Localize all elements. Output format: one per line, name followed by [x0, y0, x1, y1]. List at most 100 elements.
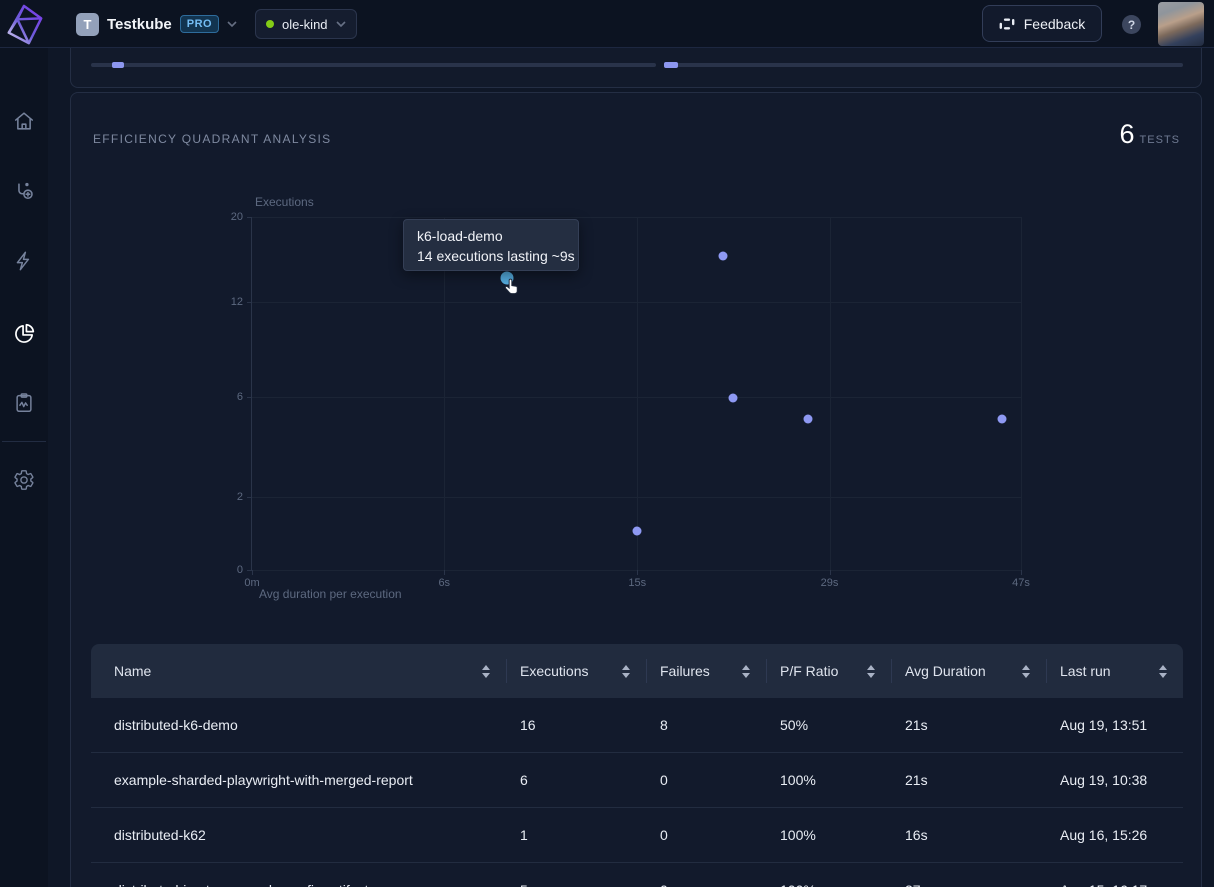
sort-icon[interactable]: [622, 665, 632, 678]
sidebar-item-workflows[interactable]: [0, 167, 48, 215]
y-tick-mark: [247, 217, 252, 218]
app-root: T Testkube PRO ole-kind Feedback ?: [0, 0, 1214, 887]
table-cell: 16: [506, 717, 646, 733]
table-cell: 27s: [891, 882, 1046, 887]
sidebar-item-executions[interactable]: [0, 237, 48, 285]
sidebar-divider: [2, 441, 46, 442]
x-tick-label: 0m: [244, 577, 259, 589]
column-header-last-run[interactable]: Last run: [1046, 644, 1183, 698]
table-row[interactable]: distributed-jmeter-example-config-artifa…: [91, 863, 1183, 887]
lightning-icon: [13, 250, 35, 272]
column-header-label: Failures: [660, 663, 710, 679]
x-tick-mark: [830, 570, 831, 575]
scatter-point[interactable]: [803, 415, 812, 424]
environment-select[interactable]: ole-kind: [255, 9, 357, 39]
previous-card-fragment: [70, 48, 1202, 88]
gear-icon: [13, 469, 35, 491]
y-tick-label: 12: [231, 296, 243, 308]
sidebar-item-settings[interactable]: [0, 456, 48, 504]
workflow-add-icon: [13, 180, 35, 202]
table-cell: Aug 15, 16:17: [1046, 882, 1183, 887]
user-avatar[interactable]: [1158, 2, 1204, 46]
column-header-failures[interactable]: Failures: [646, 644, 766, 698]
cell-test-name: example-sharded-playwright-with-merged-r…: [91, 772, 506, 788]
table-cell: 0: [646, 882, 766, 887]
sort-up-arrow: [622, 665, 630, 670]
table-cell: 6: [506, 772, 646, 788]
sort-up-arrow: [742, 665, 750, 670]
scatter-point[interactable]: [728, 394, 737, 403]
chevron-down-icon: [336, 21, 346, 28]
home-icon: [13, 110, 35, 132]
chevron-down-icon: [227, 21, 237, 28]
fragment-bar-segment: [112, 62, 124, 68]
sort-down-arrow: [1159, 673, 1167, 678]
table-row[interactable]: example-sharded-playwright-with-merged-r…: [91, 753, 1183, 808]
tests-table: NameExecutions Failures P/F Ratio Avg Durat…: [91, 644, 1183, 887]
table-cell: 21s: [891, 772, 1046, 788]
gridline-vertical: [637, 217, 638, 570]
table-cell: 50%: [766, 717, 891, 733]
help-label: ?: [1128, 18, 1135, 32]
y-tick-label: 20: [231, 211, 243, 223]
org-switcher[interactable]: T Testkube PRO: [76, 0, 237, 48]
sort-down-arrow: [742, 673, 750, 678]
column-header-label: P/F Ratio: [780, 663, 838, 679]
column-divider: [1046, 659, 1047, 683]
column-header-label: Last run: [1060, 663, 1111, 679]
column-divider: [766, 659, 767, 683]
column-header-p-f-ratio[interactable]: P/F Ratio: [766, 644, 891, 698]
help-button[interactable]: ?: [1122, 15, 1141, 34]
table-row[interactable]: distributed-k6210100%16sAug 16, 15:26: [91, 808, 1183, 863]
sort-icon[interactable]: [482, 665, 492, 678]
scatter-point[interactable]: [719, 251, 728, 260]
sort-up-arrow: [482, 665, 490, 670]
x-tick-mark: [1021, 570, 1022, 575]
feedback-label: Feedback: [1024, 16, 1085, 32]
table-row[interactable]: distributed-k6-demo16850%21sAug 19, 13:5…: [91, 698, 1183, 753]
sort-up-arrow: [867, 665, 875, 670]
sort-icon[interactable]: [1159, 665, 1169, 678]
x-tick-mark: [252, 570, 253, 575]
sort-down-arrow: [482, 673, 490, 678]
top-bar: T Testkube PRO ole-kind Feedback ?: [0, 0, 1214, 48]
sort-down-arrow: [1022, 673, 1030, 678]
sort-icon[interactable]: [742, 665, 752, 678]
sort-icon[interactable]: [867, 665, 877, 678]
column-header-name[interactable]: Name: [91, 644, 506, 698]
sidebar-item-reports[interactable]: [0, 379, 48, 427]
table-cell: 1: [506, 827, 646, 843]
report-clipboard-icon: [13, 392, 35, 414]
y-tick-mark: [247, 397, 252, 398]
column-header-avg-duration[interactable]: Avg Duration: [891, 644, 1046, 698]
table-cell: 21s: [891, 717, 1046, 733]
table-cell: 16s: [891, 827, 1046, 843]
slack-icon: [999, 16, 1015, 32]
scatter-point[interactable]: [633, 527, 642, 536]
sort-down-arrow: [622, 673, 630, 678]
panel-title: EFFICIENCY QUADRANT ANALYSIS: [93, 132, 331, 146]
x-tick-label: 29s: [821, 577, 839, 589]
mouse-cursor-icon: [502, 277, 522, 299]
x-tick-label: 15s: [628, 577, 646, 589]
y-tick-label: 6: [237, 391, 243, 403]
environment-status-dot: [266, 20, 274, 28]
plot-area: Executions Avg duration per execution k6…: [251, 217, 1021, 571]
scatter-point[interactable]: [997, 415, 1006, 424]
column-header-executions[interactable]: Executions: [506, 644, 646, 698]
table-cell: 0: [646, 827, 766, 843]
plan-badge: PRO: [180, 15, 219, 33]
table-cell: 0: [646, 772, 766, 788]
x-tick-mark: [444, 570, 445, 575]
table-cell: 8: [646, 717, 766, 733]
table-body: distributed-k6-demo16850%21sAug 19, 13:5…: [91, 698, 1183, 887]
sidebar-item-home[interactable]: [0, 97, 48, 145]
sort-icon[interactable]: [1022, 665, 1032, 678]
sidebar-item-insights[interactable]: [0, 309, 48, 357]
cell-test-name: distributed-k6-demo: [91, 717, 506, 733]
tooltip-title: k6-load-demo: [417, 226, 565, 246]
feedback-button[interactable]: Feedback: [982, 5, 1102, 42]
table-header-row: NameExecutions Failures P/F Ratio Avg Durat…: [91, 644, 1183, 698]
testkube-logo-icon[interactable]: [4, 3, 46, 49]
y-axis-title: Executions: [255, 195, 314, 209]
